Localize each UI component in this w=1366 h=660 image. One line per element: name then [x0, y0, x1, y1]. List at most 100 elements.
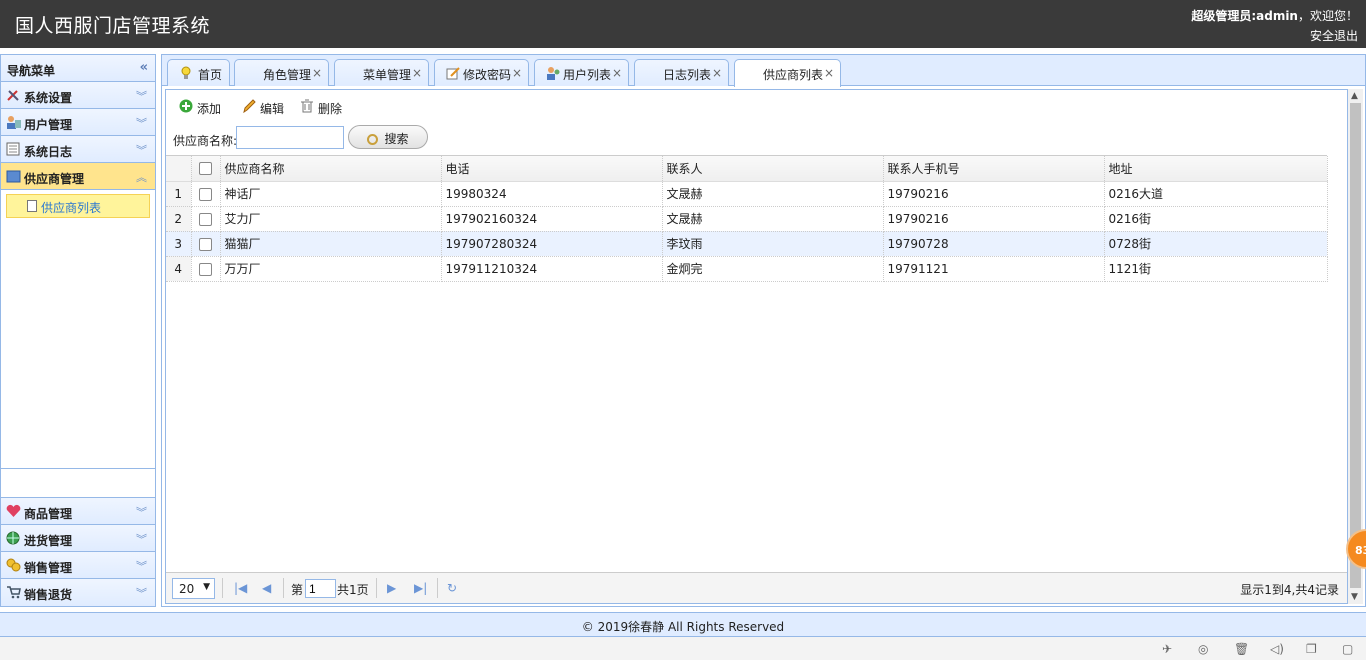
table-row[interactable]: 3 猫猫厂 197907280324 李玟雨 19790728 0728街 [166, 231, 1328, 257]
top-header: 国人西服门店管理系统 超级管理员:admin，欢迎您！ 安全退出 [0, 0, 1366, 48]
menu-label: 销售管理 [24, 561, 73, 575]
pencil-icon [242, 99, 256, 114]
menu-system-settings[interactable]: 系统设置 ︾ [1, 82, 155, 109]
last-page-icon[interactable]: ▶| [414, 581, 427, 595]
pin-icon[interactable]: ✈ [1162, 642, 1176, 656]
chevron-down-icon[interactable]: ︾ [136, 558, 147, 574]
tab-role-management[interactable]: 角色管理 × [234, 59, 329, 86]
cell-contact: 李玟雨 [662, 231, 884, 257]
row-checkbox[interactable] [191, 231, 221, 257]
cell-address: 0216街 [1104, 206, 1328, 232]
page-number-input[interactable] [305, 579, 336, 598]
close-icon[interactable]: × [312, 66, 322, 80]
tools-icon [6, 88, 21, 102]
chevron-down-icon[interactable]: ︾ [136, 531, 147, 547]
supplier-name-input[interactable] [236, 126, 344, 149]
tab-user-list[interactable]: 用户列表 × [534, 59, 629, 86]
cell-address: 0216大道 [1104, 181, 1328, 207]
collapse-left-icon[interactable]: « [140, 60, 148, 75]
row-checkbox[interactable] [191, 256, 221, 282]
row-checkbox[interactable] [191, 181, 221, 207]
row-checkbox[interactable] [191, 206, 221, 232]
chevron-down-icon[interactable]: ︾ [136, 115, 147, 131]
supplier-list-content: 添加 编辑 删除 供应商名称: 搜索 供应商名称 电话 联系人 联系人手机号 地… [165, 89, 1348, 604]
lightbulb-icon [179, 66, 193, 80]
menu-label: 系统日志 [24, 145, 73, 159]
cell-name: 神话厂 [220, 181, 442, 207]
scroll-down-icon[interactable]: ▼ [1351, 592, 1358, 602]
heart-icon [6, 504, 21, 518]
tab-log-list[interactable]: 日志列表 × [634, 59, 729, 86]
cart-icon [6, 585, 21, 599]
refresh-icon[interactable]: ↻ [447, 581, 457, 595]
cell-phone: 197907280324 [441, 231, 663, 257]
tab-change-password[interactable]: 修改密码 × [434, 59, 529, 86]
cell-name: 万万厂 [220, 256, 442, 282]
table-row[interactable]: 2 艾力厂 197902160324 文晟赫 19790216 0216街 [166, 206, 1328, 232]
total-pages: 共1页 [337, 583, 369, 597]
notification-icon[interactable]: ▢ [1342, 642, 1356, 656]
menu-label: 系统设置 [24, 91, 73, 105]
add-icon [179, 99, 193, 113]
first-page-icon[interactable]: |◀ [234, 581, 247, 595]
dropdown-arrow-icon: ▼ [203, 582, 210, 592]
submenu-supplier-list[interactable]: 供应商列表 [6, 194, 150, 218]
scroll-up-icon[interactable]: ▲ [1351, 91, 1358, 101]
menu-label: 供应商管理 [24, 172, 85, 186]
close-icon[interactable]: × [512, 66, 522, 80]
scroll-thumb[interactable] [1350, 103, 1361, 588]
page-size-select[interactable]: 20 ▼ [172, 578, 215, 599]
user-icon [6, 115, 21, 129]
search-button[interactable]: 搜索 [348, 125, 428, 149]
prev-page-icon[interactable]: ◀ [262, 581, 271, 595]
page-size-value: 20 [179, 582, 195, 596]
menu-supplier-management[interactable]: 供应商管理 ︽ [1, 163, 155, 190]
logout-link[interactable]: 安全退出 [1310, 27, 1358, 44]
network-icon[interactable]: ◎ [1198, 642, 1212, 656]
cell-contact: 文晟赫 [662, 181, 884, 207]
tab-label: 首页 [198, 68, 223, 82]
next-page-icon[interactable]: ▶ [387, 581, 396, 595]
menu-purchase-management[interactable]: 进货管理 ︾ [1, 525, 155, 552]
menu-label: 进货管理 [24, 534, 73, 548]
close-icon[interactable]: × [412, 66, 422, 80]
column-header[interactable]: 联系人手机号 [883, 156, 1105, 182]
table-row[interactable]: 4 万万厂 197911210324 金炯完 19791121 1121街 [166, 256, 1328, 282]
close-icon[interactable]: × [712, 66, 722, 80]
search-label: 供应商名称: [173, 134, 238, 148]
close-icon[interactable]: × [824, 66, 834, 80]
tab-supplier-list[interactable]: 供应商列表 × [734, 59, 841, 87]
chevron-down-icon[interactable]: ︾ [136, 88, 147, 104]
volume-icon[interactable]: ◁) [1270, 642, 1284, 656]
window-icon[interactable]: ❐ [1306, 642, 1320, 656]
trash-icon[interactable]: 🗑 [1234, 642, 1249, 656]
chevron-down-icon[interactable]: ︾ [136, 504, 147, 520]
globe-icon [6, 531, 21, 545]
table-row[interactable]: 1 神话厂 19980324 文晟赫 19790216 0216大道 [166, 181, 1328, 207]
select-all-checkbox[interactable] [191, 156, 221, 182]
grid-header-row: 供应商名称 电话 联系人 联系人手机号 地址 [166, 156, 1328, 182]
menu-sales-management[interactable]: 销售管理 ︾ [1, 552, 155, 579]
tab-home[interactable]: 首页 [167, 59, 230, 86]
search-button-label: 搜索 [384, 132, 409, 146]
tab-menu-management[interactable]: 菜单管理 × [334, 59, 429, 86]
close-icon[interactable]: × [612, 66, 622, 80]
chevron-up-icon[interactable]: ︽ [136, 169, 147, 185]
chevron-down-icon[interactable]: ︾ [136, 585, 147, 601]
column-header[interactable]: 电话 [441, 156, 663, 182]
folder-icon [6, 169, 21, 183]
menu-product-management[interactable]: 商品管理 ︾ [1, 498, 155, 525]
menu-user-management[interactable]: 用户管理 ︾ [1, 109, 155, 136]
column-header[interactable]: 地址 [1104, 156, 1328, 182]
cell-phone: 19980324 [441, 181, 663, 207]
vertical-scrollbar[interactable]: ▲ ▼ [1348, 89, 1363, 604]
menu-label: 销售退货 [24, 588, 73, 602]
delete-label: 删除 [318, 102, 343, 116]
chevron-down-icon[interactable]: ︾ [136, 142, 147, 158]
tab-label: 日志列表 [663, 68, 712, 82]
tab-label: 角色管理 [263, 68, 312, 82]
column-header[interactable]: 供应商名称 [220, 156, 442, 182]
menu-sales-return[interactable]: 销售退货 ︾ [1, 579, 155, 606]
column-header[interactable]: 联系人 [662, 156, 884, 182]
menu-system-log[interactable]: 系统日志 ︾ [1, 136, 155, 163]
